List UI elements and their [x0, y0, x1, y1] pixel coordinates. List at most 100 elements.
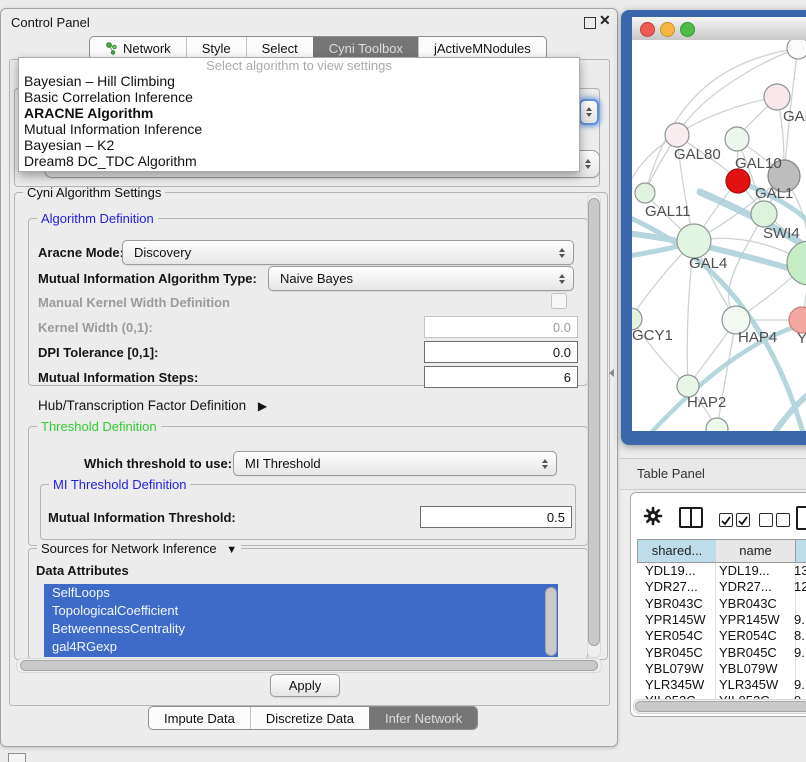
column-split-icon[interactable] — [679, 507, 703, 528]
table-hscrollbar-thumb[interactable] — [635, 701, 806, 712]
tab-impute-data[interactable]: Impute Data — [149, 707, 250, 729]
mi-type-label: Mutual Information Algorithm Type: — [38, 271, 257, 286]
float-window-icon[interactable] — [584, 17, 596, 29]
mi-threshold-field[interactable]: 0.5 — [420, 506, 572, 528]
tab-style[interactable]: Style — [186, 37, 246, 59]
table-panel-title: Table Panel — [637, 459, 705, 489]
table-row[interactable]: YER054C YER054C 8. — [637, 628, 806, 644]
mi-threshold-title: MI Threshold Definition — [49, 477, 190, 492]
table-row[interactable]: YDR27... YDR27... 12 — [637, 579, 806, 595]
splitter-arrow-icon[interactable] — [609, 369, 614, 377]
table-row[interactable]: YPR145W YPR145W 9. — [637, 612, 806, 628]
which-threshold-combo[interactable]: MI Threshold — [233, 451, 557, 476]
combo-arrows-icon — [559, 274, 565, 284]
algorithm-dropdown-list: Select algorithm to view settings Bayesi… — [18, 57, 580, 172]
gear-icon[interactable] — [643, 506, 663, 526]
combo-up-arrow-icon — [586, 107, 592, 111]
close-icon[interactable]: ✕ — [599, 12, 611, 29]
list-item[interactable]: gal4RGexp — [44, 638, 558, 656]
dropdown-item[interactable]: Dream8 DC_TDC Algorithm — [19, 153, 579, 169]
hub-definition-expander[interactable]: Hub/Transcription Factor Definition ▶ — [38, 398, 267, 413]
dropdown-item-aracne[interactable]: ARACNE Algorithm — [19, 105, 579, 121]
node-label: GAL80 — [674, 146, 721, 163]
tab-select[interactable]: Select — [246, 37, 313, 59]
tab-jactivemnodules[interactable]: jActiveMNodules — [418, 37, 546, 59]
column-header-shared[interactable]: shared... — [637, 539, 717, 563]
tab-cyni-toolbox[interactable]: Cyni Toolbox — [313, 37, 418, 59]
combo-arrows-icon — [559, 248, 565, 258]
select-all-checks-icon[interactable] — [719, 513, 750, 527]
collapse-arrow-icon: ▼ — [226, 544, 237, 556]
node[interactable] — [706, 418, 728, 431]
tab-discretize-data[interactable]: Discretize Data — [250, 707, 369, 729]
node-gal80[interactable] — [665, 123, 689, 147]
screen: Control Panel ✕ Network Style Select Cyn… — [0, 0, 806, 762]
aracne-mode-combo[interactable]: Discovery — [122, 240, 574, 265]
node-label: Y — [797, 330, 806, 347]
tab-network[interactable]: Network — [90, 37, 186, 59]
table-row[interactable]: YLR345W YLR345W 9. — [637, 677, 806, 693]
new-table-icon[interactable] — [796, 506, 806, 530]
dropdown-item[interactable]: Mutual Information Inference — [19, 121, 579, 137]
node-gal10[interactable] — [725, 127, 749, 151]
window-title: Control Panel — [11, 15, 90, 30]
deselect-all-checks-icon[interactable] — [759, 513, 790, 527]
settings-vscrollbar-thumb[interactable] — [588, 198, 600, 646]
algorithm-combo-arrow-button[interactable] — [579, 99, 599, 125]
minimize-traffic-light[interactable] — [660, 22, 675, 37]
kernel-width-field[interactable]: 0.0 — [424, 316, 578, 338]
network-canvas[interactable]: GAL GAL80 GAL10 GAL1 GAL11 SWI4 GAL4 GCY… — [632, 40, 806, 431]
dropdown-item[interactable]: Basic Correlation Inference — [19, 89, 579, 105]
apply-button[interactable]: Apply — [270, 674, 340, 697]
node-selected-red[interactable] — [726, 169, 750, 193]
data-attributes-label: Data Attributes — [36, 563, 129, 578]
settings-hscrollbar-thumb[interactable] — [20, 660, 598, 671]
algorithm-definition-title: Algorithm Definition — [37, 211, 158, 226]
node[interactable] — [787, 40, 806, 59]
data-attributes-list[interactable]: SelfLoops TopologicalCoefficient Between… — [44, 584, 558, 657]
list-scrollbar[interactable] — [545, 587, 557, 656]
zoom-traffic-light[interactable] — [680, 22, 695, 37]
expand-arrow-icon: ▶ — [258, 399, 267, 413]
dpi-tolerance-field[interactable]: 0.0 — [424, 341, 578, 363]
node-label: GAL — [783, 108, 806, 125]
column-header-name[interactable]: name — [716, 539, 796, 563]
dropdown-placeholder: Select algorithm to view settings — [19, 58, 579, 73]
table-row[interactable]: YBR045C YBR045C 9. — [637, 645, 806, 661]
mi-steps-label: Mutual Information Steps: — [38, 370, 198, 385]
table-row[interactable]: YBR043C YBR043C — [637, 596, 806, 612]
node-label: GCY1 — [632, 327, 673, 344]
mi-steps-field[interactable]: 6 — [424, 366, 578, 388]
node-gal1[interactable] — [751, 201, 777, 227]
list-item[interactable]: TopologicalCoefficient — [44, 602, 558, 620]
close-traffic-light[interactable] — [640, 22, 655, 37]
node-label: HAP2 — [687, 394, 726, 411]
node-gal4[interactable] — [677, 224, 711, 258]
dropdown-item[interactable]: Bayesian – K2 — [19, 137, 579, 153]
kernel-width-label: Kernel Width (0,1): — [38, 320, 153, 335]
table-row[interactable]: YBL079W YBL079W — [637, 661, 806, 677]
network-icon — [105, 42, 118, 55]
bottom-tabbar: Impute Data Discretize Data Infer Networ… — [148, 706, 478, 730]
table-row[interactable]: YDL19... YDL19... 13 — [637, 563, 806, 579]
mi-type-combo[interactable]: Naive Bayes — [268, 266, 574, 291]
manual-kernel-label: Manual Kernel Width Definition — [38, 295, 230, 310]
combo-arrows-icon — [585, 159, 591, 169]
tab-infer-network[interactable]: Infer Network — [369, 707, 477, 729]
list-item[interactable]: BetweennessCentrality — [44, 620, 558, 638]
combo-arrows-icon — [542, 459, 548, 469]
dpi-tolerance-label: DPI Tolerance [0,1]: — [38, 345, 158, 360]
sources-title[interactable]: Sources for Network Inference ▼ — [37, 541, 241, 556]
tab-network-label: Network — [123, 41, 171, 56]
node-label: GAL10 — [735, 155, 782, 172]
manual-kernel-checkbox[interactable] — [551, 293, 567, 309]
combo-down-arrow-icon — [586, 113, 592, 117]
node-gal11[interactable] — [635, 183, 655, 203]
node-label: GAL11 — [645, 203, 691, 220]
list-item[interactable]: SelfLoops — [44, 584, 558, 602]
node-label: GAL4 — [689, 255, 727, 272]
network-window-titlebar[interactable] — [632, 17, 806, 41]
dropdown-item[interactable]: Bayesian – Hill Climbing — [19, 73, 579, 89]
column-header-partial[interactable] — [796, 539, 806, 563]
node[interactable] — [764, 84, 790, 110]
